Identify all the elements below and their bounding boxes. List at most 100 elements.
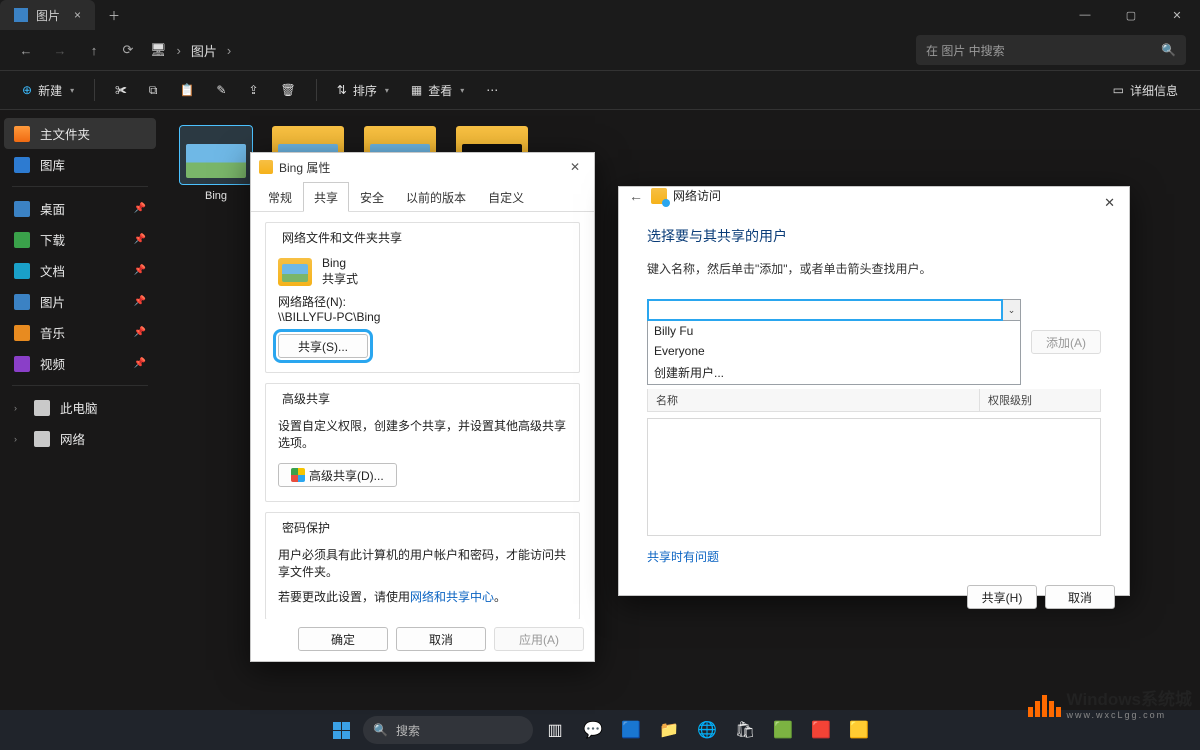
sidebar-item-pictures[interactable]: 图片📌	[4, 286, 156, 317]
properties-dialog: Bing 属性 ✕ 常规 共享 安全 以前的版本 自定义 网络文件和文件夹共享 …	[250, 152, 595, 662]
taskbar-app-edge[interactable]: 🌐	[691, 714, 723, 746]
sidebar-item-music[interactable]: 音乐📌	[4, 317, 156, 348]
tab-customize[interactable]: 自定义	[477, 182, 535, 212]
sidebar-item-videos[interactable]: 视频📌	[4, 348, 156, 379]
pwd-desc-2: 若要更改此设置，请使用网络和共享中心。	[278, 588, 567, 605]
col-name[interactable]: 名称	[648, 389, 980, 411]
col-permission[interactable]: 权限级别	[980, 389, 1100, 411]
up-button[interactable]: ↑	[82, 38, 106, 62]
close-icon[interactable]: ✕	[1098, 193, 1121, 213]
sidebar-item-this-pc[interactable]: ›此电脑	[4, 392, 156, 423]
home-icon	[14, 126, 30, 142]
copy-button[interactable]: ⧉	[141, 76, 166, 104]
window-controls: — ▢ ✕	[1062, 0, 1200, 30]
back-button[interactable]: ←	[14, 38, 38, 62]
sidebar-item-downloads[interactable]: 下载📌	[4, 224, 156, 255]
taskbar-app[interactable]: 💬	[577, 714, 609, 746]
sidebar-item-documents[interactable]: 文档📌	[4, 255, 156, 286]
add-button[interactable]: 添加(A)	[1031, 330, 1101, 354]
pin-icon: 📌	[134, 296, 146, 307]
back-icon[interactable]: ←	[629, 188, 643, 204]
separator-icon	[316, 79, 317, 101]
taskbar-search[interactable]: 🔍搜索	[363, 716, 533, 744]
network-path[interactable]: \\BILLYFU-PC\Bing	[278, 310, 567, 324]
tab-prev-versions[interactable]: 以前的版本	[395, 182, 477, 212]
pin-icon: 📌	[134, 265, 146, 276]
sharing-trouble-link[interactable]: 共享时有问题	[647, 550, 719, 564]
dialog-titlebar[interactable]: Bing 属性 ✕	[251, 153, 594, 181]
tab-general[interactable]: 常规	[257, 182, 303, 212]
cancel-button[interactable]: 取消	[396, 627, 486, 651]
close-window-button[interactable]: ✕	[1154, 0, 1200, 30]
desktop-icon	[14, 201, 30, 217]
paste-button[interactable]: 📋	[171, 76, 202, 104]
view-button[interactable]: ▦查看▾	[403, 76, 472, 104]
sidebar-item-home[interactable]: 主文件夹	[4, 118, 156, 149]
new-button[interactable]: ⊕新建▾	[14, 76, 82, 104]
properties-tabs: 常规 共享 安全 以前的版本 自定义	[251, 181, 594, 212]
taskbar-app[interactable]: 🟨	[843, 714, 875, 746]
dropdown-icon[interactable]: ⌄	[1003, 299, 1021, 321]
user-option[interactable]: Billy Fu	[648, 321, 1020, 341]
forward-button[interactable]: →	[48, 38, 72, 62]
folder-name: Bing	[322, 256, 358, 270]
taskbar-app-store[interactable]: 🛍	[729, 714, 761, 746]
refresh-button[interactable]: ⟳	[116, 38, 140, 62]
user-option[interactable]: Everyone	[648, 341, 1020, 361]
taskbar-app[interactable]: 🟩	[767, 714, 799, 746]
group-title: 高级共享	[278, 390, 334, 407]
documents-icon	[14, 263, 30, 279]
share-submit-button[interactable]: 共享(H)	[967, 585, 1037, 609]
tab-pictures[interactable]: 图片 ×	[0, 0, 95, 30]
delete-button[interactable]: 🗑	[273, 76, 304, 104]
sidebar-item-network[interactable]: ›网络	[4, 423, 156, 454]
task-view-button[interactable]: ▥	[539, 714, 571, 746]
share-button[interactable]: 共享(S)...	[278, 334, 368, 358]
nav-sidebar: 主文件夹 图库 桌面📌 下载📌 文档📌 图片📌 音乐📌 视频📌 ›此电脑 ›网络	[0, 110, 160, 726]
chevron-right-icon: ›	[14, 434, 24, 444]
music-icon	[14, 325, 30, 341]
new-tab-button[interactable]: ＋	[99, 0, 129, 30]
user-list-box[interactable]	[647, 418, 1101, 536]
sidebar-item-desktop[interactable]: 桌面📌	[4, 193, 156, 224]
breadcrumb-folder[interactable]: 图片	[191, 41, 217, 60]
close-tab-button[interactable]: ×	[74, 8, 81, 22]
search-icon: 🔍	[373, 723, 388, 737]
tab-security[interactable]: 安全	[349, 182, 395, 212]
dialog-titlebar[interactable]: ← 网络访问	[619, 187, 1129, 204]
maximize-button[interactable]: ▢	[1108, 0, 1154, 30]
close-icon[interactable]: ✕	[564, 160, 586, 174]
breadcrumb[interactable]: 🖥 › 图片 ›	[150, 41, 906, 60]
pin-icon: 📌	[134, 358, 146, 369]
command-bar: ⊕新建▾ ✀ ⧉ 📋 ✎ ⇪ 🗑 ⇅排序▾ ▦查看▾ ⋯ ▭详细信息	[0, 70, 1200, 110]
pin-icon: 📌	[134, 203, 146, 214]
pin-icon: 📌	[134, 234, 146, 245]
share-button[interactable]: ⇪	[240, 76, 266, 104]
rename-button[interactable]: ✎	[208, 76, 234, 104]
user-name-input[interactable]	[647, 299, 1003, 321]
ok-button[interactable]: 确定	[298, 627, 388, 651]
cancel-button[interactable]: 取消	[1045, 585, 1115, 609]
taskbar-app-explorer[interactable]: 📁	[653, 714, 685, 746]
folder-item[interactable]: Bing	[180, 126, 252, 202]
dialog-body: 选择要与其共享的用户 键入名称，然后单击"添加"，或者单击箭头查找用户。 ⌄ B…	[619, 204, 1129, 575]
more-button[interactable]: ⋯	[478, 76, 506, 104]
advanced-share-button[interactable]: 高级共享(D)...	[278, 463, 397, 487]
sidebar-item-gallery[interactable]: 图库	[4, 149, 156, 180]
folder-icon	[180, 126, 252, 184]
start-button[interactable]	[325, 714, 357, 746]
dialog-subtext: 键入名称，然后单击"添加"，或者单击箭头查找用户。	[647, 260, 1101, 277]
cut-button[interactable]: ✀	[107, 76, 135, 104]
apply-button[interactable]: 应用(A)	[494, 627, 584, 651]
sort-button[interactable]: ⇅排序▾	[329, 76, 397, 104]
search-placeholder: 在 图片 中搜索	[926, 42, 1005, 59]
minimize-button[interactable]: —	[1062, 0, 1108, 30]
taskbar-app[interactable]: 🟦	[615, 714, 647, 746]
network-sharing-center-link[interactable]: 网络和共享中心	[410, 590, 494, 604]
dialog-footer: 确定 取消 应用(A)	[251, 619, 594, 661]
taskbar-app[interactable]: 🟥	[805, 714, 837, 746]
search-input[interactable]: 在 图片 中搜索 🔍	[916, 35, 1186, 65]
tab-sharing[interactable]: 共享	[303, 182, 349, 212]
details-pane-button[interactable]: ▭详细信息	[1105, 76, 1186, 104]
user-option-create[interactable]: 创建新用户...	[648, 361, 1020, 384]
